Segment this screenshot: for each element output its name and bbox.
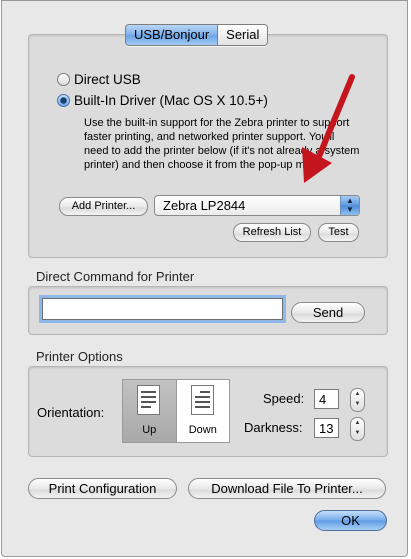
popup-updown-arrows-icon: ▲ ▼ <box>340 196 359 215</box>
orientation-label: Orientation: <box>37 405 105 420</box>
orientation-up-label: Up <box>142 424 157 436</box>
refresh-list-button[interactable]: Refresh List <box>233 223 311 242</box>
speed-stepper[interactable]: ▲ ▼ <box>350 388 365 412</box>
radio-button-selected-icon <box>57 94 70 107</box>
darkness-stepper[interactable]: ▲ ▼ <box>350 417 365 441</box>
orientation-selector: Up Down <box>122 379 230 443</box>
print-configuration-button[interactable]: Print Configuration <box>28 478 177 499</box>
test-button[interactable]: Test <box>318 223 359 242</box>
send-button[interactable]: Send <box>291 302 365 323</box>
direct-usb-label: Direct USB <box>74 72 141 87</box>
printer-popup-menu[interactable]: Zebra LP2844 ▲ ▼ <box>154 195 360 216</box>
speed-field[interactable]: 4 <box>314 389 339 409</box>
direct-command-heading: Direct Command for Printer <box>36 269 195 284</box>
printer-settings-window: USB/Bonjour Serial Direct USB Built-In D… <box>1 0 408 557</box>
direct-usb-radio[interactable]: Direct USB <box>57 72 141 87</box>
printer-options-heading: Printer Options <box>36 349 123 364</box>
built-in-driver-radio[interactable]: Built-In Driver (Mac OS X 10.5+) <box>57 93 268 108</box>
ok-button[interactable]: OK <box>314 510 387 531</box>
tab-usb-bonjour[interactable]: USB/Bonjour <box>126 25 218 45</box>
orientation-down-label: Down <box>188 424 217 436</box>
document-up-icon <box>137 385 160 415</box>
built-in-driver-label: Built-In Driver (Mac OS X 10.5+) <box>74 93 268 108</box>
radio-button-icon <box>57 73 70 86</box>
tab-serial[interactable]: Serial <box>217 25 268 45</box>
darkness-field[interactable]: 13 <box>314 418 339 438</box>
darkness-label: Darkness: <box>244 420 303 435</box>
printer-popup-value: Zebra LP2844 <box>163 198 246 213</box>
built-in-driver-description: Use the built-in support for the Zebra p… <box>84 117 360 171</box>
orientation-up-option[interactable]: Up <box>123 380 176 442</box>
add-printer-button[interactable]: Add Printer... <box>59 197 148 216</box>
document-down-icon <box>190 385 214 415</box>
orientation-down-option[interactable]: Down <box>175 380 230 442</box>
connection-tabs: USB/Bonjour Serial <box>125 24 269 46</box>
download-file-button[interactable]: Download File To Printer... <box>188 478 386 499</box>
direct-command-input[interactable] <box>42 298 283 320</box>
speed-label: Speed: <box>263 391 305 406</box>
